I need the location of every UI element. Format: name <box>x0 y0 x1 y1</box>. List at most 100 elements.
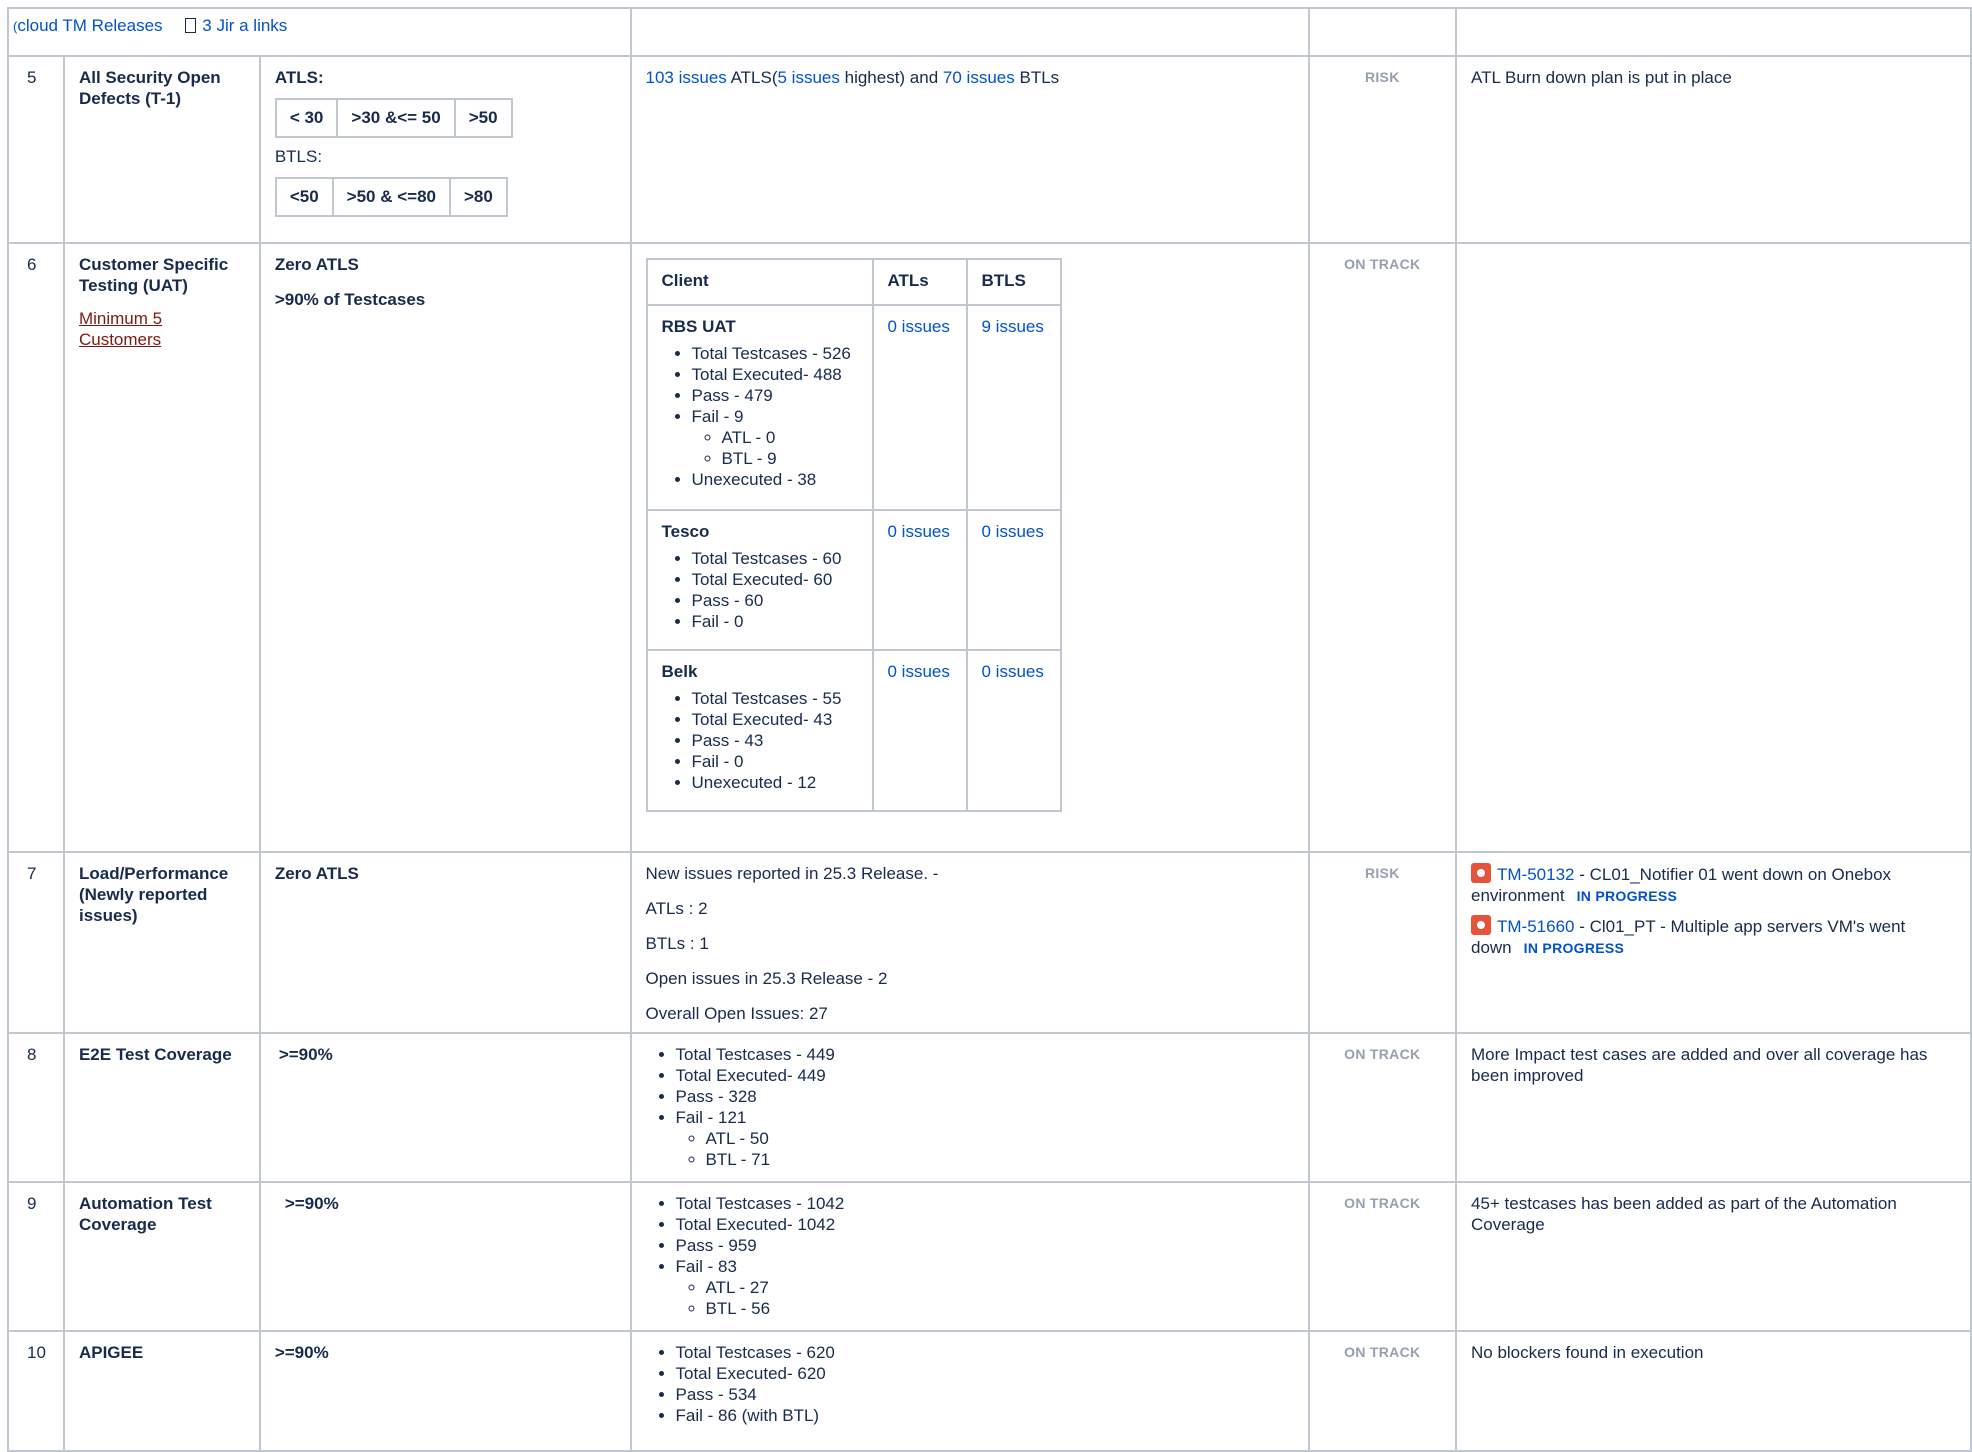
target-cell: >=90% <box>258 1330 632 1452</box>
atls-label: ATLS: <box>274 68 324 87</box>
threshold-high: >50 <box>453 98 513 138</box>
stats-list: Total Testcases - 1042 Total Executed- 1… <box>646 1193 1294 1319</box>
list-item: Total Testcases - 526 <box>692 343 858 364</box>
list-item: Total Testcases - 55 <box>692 688 858 709</box>
jira-issue: TM-51660 - Cl01_PT - Multiple app server… <box>1471 915 1956 959</box>
header-client: Client <box>645 258 874 306</box>
list-item: Fail - 121 ATL - 50 BTL - 71 <box>676 1107 1294 1170</box>
list-item: ATL - 50 <box>706 1128 1294 1149</box>
atls-threshold-table: < 30 >30 &<= 50 >50 <box>274 98 513 138</box>
client-row: Tesco Total Testcases - 60 Total Execute… <box>645 509 1062 651</box>
metric-title: E2E Test Coverage <box>62 1032 261 1183</box>
list-item: Total Executed- 1042 <box>676 1214 1294 1235</box>
metric-title: Load/Performance (Newly reported issues) <box>62 851 261 1034</box>
list-item: ATL - 27 <box>706 1277 1294 1298</box>
list-item: Total Executed- 488 <box>692 364 858 385</box>
list-item: Unexecuted - 38 <box>692 469 858 490</box>
list-item: Total Testcases - 60 <box>692 548 858 569</box>
target-line: >90% of Testcases <box>274 290 426 309</box>
current-status-cell: Total Testcases - 449 Total Executed- 44… <box>629 1032 1310 1183</box>
btls-issues-link[interactable]: 0 issues <box>982 662 1044 681</box>
metric-title: APIGEE <box>62 1330 261 1452</box>
comment-cell: No blockers found in execution <box>1455 1330 1972 1452</box>
target-cell: Zero ATLS <box>258 851 632 1034</box>
current-status-cell: Total Testcases - 620 Total Executed- 62… <box>629 1330 1310 1452</box>
table-row: 6 Customer Specific Testing (UAT) Minimu… <box>7 242 1972 853</box>
status-table: (cloud TM Releases 3 Jir a links 5 All S… <box>7 7 1972 1452</box>
status-lozenge: IN PROGRESS <box>1576 888 1678 904</box>
table-row: 8 E2E Test Coverage >=90% Total Testcase… <box>7 1032 1972 1183</box>
jira-links[interactable]: 3 Jir a links <box>185 16 287 35</box>
current-status-cell: Client ATLs BTLS RBS UAT Total Testcases… <box>629 242 1310 853</box>
minimum-customers-link[interactable]: Minimum 5 Customers <box>79 309 162 349</box>
client-table-header: Client ATLs BTLS <box>645 258 1062 306</box>
metric-title: Customer Specific Testing (UAT) <box>78 255 229 295</box>
status-line: Overall Open Issues: 27 <box>645 1004 828 1023</box>
issues-link[interactable]: 70 issues <box>943 68 1015 87</box>
status-line: Open issues in 25.3 Release - 2 <box>645 969 888 988</box>
client-row: Belk Total Testcases - 55 Total Executed… <box>645 649 1062 812</box>
jira-issue-key[interactable]: TM-51660 <box>1497 917 1574 936</box>
list-item: Pass - 959 <box>676 1235 1294 1256</box>
client-table: Client ATLs BTLS RBS UAT Total Testcases… <box>645 258 1062 812</box>
status-line: New issues reported in 25.3 Release. - <box>645 864 939 883</box>
client-cell: Belk Total Testcases - 55 Total Executed… <box>645 649 874 812</box>
table-row: 7 Load/Performance (Newly reported issue… <box>7 851 1972 1034</box>
status-badge: ON TRACK <box>1307 242 1458 853</box>
list-item: Total Executed- 43 <box>692 709 858 730</box>
target-cell: Zero ATLS >90% of Testcases <box>258 242 632 853</box>
jira-links-label[interactable]: 3 Jir a links <box>202 16 287 35</box>
threshold-mid: >30 &<= 50 <box>336 98 456 138</box>
row-number: 6 <box>7 242 65 853</box>
threshold-low: <50 <box>274 177 334 217</box>
comment-cell: 45+ testcases has been added as part of … <box>1455 1181 1972 1332</box>
row-number: 10 <box>7 1330 65 1452</box>
row-number: 5 <box>7 55 65 244</box>
client-cell: RBS UAT Total Testcases - 526 Total Exec… <box>645 304 874 511</box>
atls-issues-link[interactable]: 0 issues <box>888 317 950 336</box>
btls-issues-link[interactable]: 0 issues <box>982 522 1044 541</box>
atls-issues-link[interactable]: 0 issues <box>888 522 950 541</box>
target-cell: >=90% <box>258 1181 632 1332</box>
list-item: ATL - 0 <box>722 427 858 448</box>
header-btls: BTLS <box>965 258 1062 306</box>
bug-icon <box>1471 915 1491 935</box>
jira-issue-key[interactable]: TM-50132 <box>1497 865 1574 884</box>
client-stats: Total Testcases - 55 Total Executed- 43 … <box>662 688 858 793</box>
row-number: 9 <box>7 1181 65 1332</box>
metric-title: Automation Test Coverage <box>62 1181 261 1332</box>
list-item: Pass - 60 <box>692 590 858 611</box>
btls-label: BTLS: <box>274 147 323 166</box>
metric-title: All Security Open Defects (T-1) <box>62 55 261 244</box>
list-item: Pass - 534 <box>676 1384 1294 1405</box>
row-number: 8 <box>7 1032 65 1183</box>
btls-issues-link[interactable]: 9 issues <box>982 317 1044 336</box>
client-name: RBS UAT <box>661 317 736 336</box>
comment-cell: ATL Burn down plan is put in place <box>1455 55 1972 244</box>
status-badge: ON TRACK <box>1307 1032 1458 1183</box>
table-row: (cloud TM Releases 3 Jir a links <box>7 7 1972 57</box>
btls-threshold-table: <50 >50 & <=80 >80 <box>274 177 508 217</box>
header-atls: ATLs <box>871 258 968 306</box>
table-row: 9 Automation Test Coverage >=90% Total T… <box>7 1181 1972 1332</box>
atls-issues-link[interactable]: 0 issues <box>888 662 950 681</box>
bug-icon <box>1471 863 1491 883</box>
issues-link[interactable]: 5 issues <box>778 68 840 87</box>
list-item: BTL - 9 <box>722 448 858 469</box>
status-badge: ON TRACK <box>1307 1330 1458 1452</box>
target-cell: >=90% <box>258 1032 632 1183</box>
client-stats: Total Testcases - 60 Total Executed- 60 … <box>662 548 858 632</box>
list-item: Total Executed- 620 <box>676 1363 1294 1384</box>
list-item: Fail - 0 <box>692 751 858 772</box>
comment-cell <box>1455 242 1972 853</box>
releases-link[interactable]: (cloud TM Releases <box>13 16 163 35</box>
list-item: Unexecuted - 12 <box>692 772 858 793</box>
list-item: BTL - 71 <box>706 1149 1294 1170</box>
status-badge: ON TRACK <box>1307 1181 1458 1332</box>
list-item: Total Testcases - 620 <box>676 1342 1294 1363</box>
status-line: ATLs : 2 <box>645 899 708 918</box>
issues-link[interactable]: 103 issues <box>646 68 727 87</box>
threshold-low: < 30 <box>274 98 339 138</box>
client-stats: Total Testcases - 526 Total Executed- 48… <box>662 343 858 490</box>
current-status-cell: 103 issues ATLS(5 issues highest) and 70… <box>629 55 1310 244</box>
